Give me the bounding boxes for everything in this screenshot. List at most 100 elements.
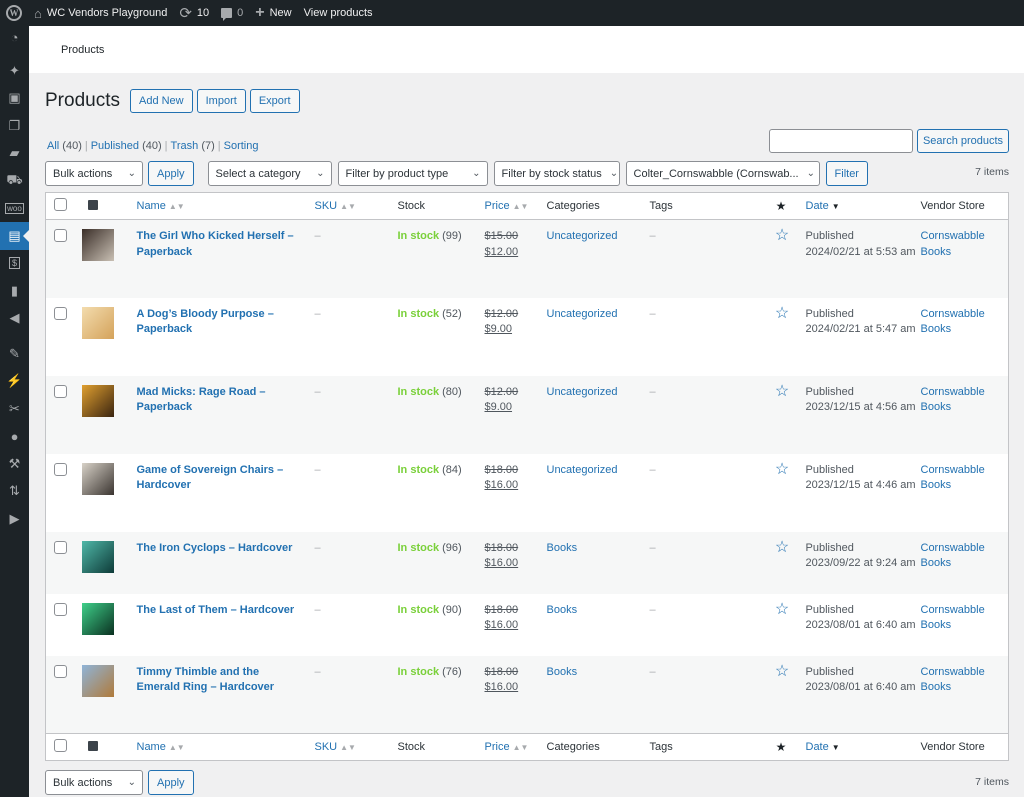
product-name-link[interactable]: The Last of Them – Hardcover: [137, 603, 297, 619]
view-products-link[interactable]: View products: [298, 0, 379, 26]
star-outline-icon[interactable]: ☆: [775, 228, 789, 244]
add-new-button[interactable]: Add New: [129, 89, 193, 113]
filter-button[interactable]: Filter: [825, 161, 868, 186]
comments-link[interactable]: 0: [215, 0, 249, 26]
updates-link[interactable]: ⟳ 10: [173, 0, 215, 26]
scissors-icon: ✂: [9, 400, 20, 416]
row-checkbox[interactable]: [54, 462, 67, 476]
import-button[interactable]: Import: [196, 89, 246, 113]
price-column-header[interactable]: Price ▲▼: [485, 200, 529, 212]
row-checkbox[interactable]: [54, 306, 67, 320]
row-checkbox[interactable]: [54, 602, 67, 616]
featured-column-header[interactable]: ★: [756, 192, 806, 220]
sku-column-header[interactable]: SKU ▲▼: [315, 200, 356, 212]
stock-status-select[interactable]: Filter by stock status ⌄: [493, 161, 620, 186]
view-sorting-link[interactable]: Sorting: [224, 140, 259, 152]
sidebar-item-analytics[interactable]: ▮: [0, 277, 29, 305]
row-checkbox[interactable]: [54, 229, 67, 242]
sku-column-footer[interactable]: SKU ▲▼: [315, 741, 356, 753]
sidebar-item-posts[interactable]: ✦: [0, 57, 29, 85]
sidebar-item-comments[interactable]: ▰: [0, 140, 29, 168]
vendor-store-link[interactable]: Cornswabble Books: [921, 666, 985, 694]
row-checkbox[interactable]: [54, 540, 67, 554]
vendor-select[interactable]: Colter_Cornswabble (Cornswab... ⌄: [625, 161, 820, 186]
date-column-header[interactable]: Date ▼: [806, 200, 840, 212]
category-link[interactable]: Books: [547, 666, 578, 678]
vendor-store-link[interactable]: Cornswabble Books: [921, 230, 985, 258]
star-outline-icon[interactable]: ☆: [775, 663, 789, 679]
product-type-select[interactable]: Filter by product type ⌄: [337, 161, 488, 186]
row-checkbox[interactable]: [54, 664, 67, 678]
product-thumbnail[interactable]: [81, 602, 114, 635]
product-thumbnail[interactable]: [81, 462, 114, 495]
vendor-store-link[interactable]: Cornswabble Books: [921, 542, 985, 570]
star-outline-icon[interactable]: ☆: [775, 601, 789, 617]
vendor-store-link[interactable]: Cornswabble Books: [921, 604, 985, 632]
bulk-actions-select-bottom[interactable]: Bulk actions ⌄: [45, 770, 143, 795]
product-name-link[interactable]: Mad Micks: Rage Road – Paperback: [137, 385, 297, 416]
product-name-link[interactable]: The Girl Who Kicked Herself – Paperback: [137, 229, 297, 260]
categories-column-header: Categories: [546, 192, 650, 220]
product-thumbnail[interactable]: [81, 384, 114, 417]
sidebar-item-dashboard[interactable]: ◔: [0, 26, 29, 49]
regular-price: $12.00: [484, 385, 519, 398]
sidebar-item-payments[interactable]: $: [0, 250, 29, 278]
star-outline-icon[interactable]: ☆: [775, 539, 789, 555]
category-link[interactable]: Books: [547, 542, 578, 554]
sidebar-item-pages[interactable]: ❐: [0, 112, 29, 140]
product-thumbnail[interactable]: [81, 229, 114, 261]
name-column-footer[interactable]: Name ▲▼: [137, 741, 185, 753]
site-name-link[interactable]: ⌂ WC Vendors Playground: [28, 0, 173, 26]
sidebar-item-marketing[interactable]: ◀: [0, 305, 29, 333]
category-link[interactable]: Books: [547, 604, 578, 616]
vendor-store-link[interactable]: Cornswabble Books: [921, 464, 985, 492]
category-link[interactable]: Uncategorized: [547, 464, 618, 476]
star-outline-icon[interactable]: ☆: [775, 461, 789, 477]
sidebar-item-appearance[interactable]: ✎: [0, 340, 29, 368]
product-name-link[interactable]: A Dog’s Bloody Purpose – Paperback: [137, 307, 297, 338]
product-name-link[interactable]: Timmy Thimble and the Emerald Ring – Har…: [137, 665, 297, 696]
category-link[interactable]: Uncategorized: [547, 308, 618, 320]
name-column-header[interactable]: Name ▲▼: [137, 200, 185, 212]
bulk-actions-select[interactable]: Bulk actions ⌄: [45, 161, 143, 186]
sidebar-item-tools[interactable]: ⚒: [0, 450, 29, 478]
wordpress-logo-button[interactable]: W: [0, 0, 28, 26]
sidebar-item-media[interactable]: ▣: [0, 85, 29, 113]
sidebar-item-woocommerce[interactable]: ⛟: [0, 167, 29, 195]
export-button[interactable]: Export: [249, 89, 300, 113]
vendor-store-link[interactable]: Cornswabble Books: [921, 386, 985, 414]
bulk-apply-button[interactable]: Apply: [148, 161, 194, 186]
view-trash-link[interactable]: Trash (7): [171, 140, 215, 152]
product-thumbnail[interactable]: [81, 664, 114, 697]
row-checkbox[interactable]: [54, 384, 67, 398]
sidebar-item-plugins[interactable]: ⚡: [0, 368, 29, 396]
featured-column-footer[interactable]: ★: [756, 733, 806, 761]
view-filters: All (40) | Published (40) | Trash (7) | Sortin…: [47, 140, 259, 152]
new-content-button[interactable]: + New: [249, 0, 297, 26]
vendor-store-link[interactable]: Cornswabble Books: [921, 308, 985, 336]
category-link[interactable]: Uncategorized: [547, 386, 618, 398]
category-link[interactable]: Uncategorized: [547, 230, 618, 242]
view-published-link[interactable]: Published (40): [91, 140, 162, 152]
product-name-link[interactable]: The Iron Cyclops – Hardcover: [137, 541, 297, 557]
price-column-footer[interactable]: Price ▲▼: [485, 741, 529, 753]
sidebar-item-products[interactable]: ▤: [0, 222, 29, 250]
star-outline-icon[interactable]: ☆: [775, 305, 789, 321]
product-thumbnail[interactable]: [81, 306, 114, 339]
category-select[interactable]: Select a category ⌄: [207, 161, 332, 186]
select-all-checkbox[interactable]: [54, 198, 67, 211]
date-column-footer[interactable]: Date ▼: [806, 741, 840, 753]
bulk-apply-button-bottom[interactable]: Apply: [148, 770, 194, 795]
search-products-button[interactable]: Search products: [917, 129, 1009, 153]
select-all-checkbox-footer[interactable]: [54, 739, 67, 752]
sidebar-item-media-player[interactable]: ▶: [0, 505, 29, 533]
sidebar-item-settings[interactable]: ⇅: [0, 478, 29, 506]
sidebar-item-snippets[interactable]: ✂: [0, 395, 29, 423]
sidebar-item-users[interactable]: ●: [0, 423, 29, 451]
product-name-link[interactable]: Game of Sovereign Chairs – Hardcover: [137, 463, 297, 494]
view-all-link[interactable]: All (40): [47, 140, 82, 152]
star-outline-icon[interactable]: ☆: [775, 383, 789, 399]
sidebar-item-wc[interactable]: woo: [0, 195, 29, 223]
product-thumbnail[interactable]: [81, 540, 114, 573]
search-input[interactable]: [769, 129, 913, 153]
